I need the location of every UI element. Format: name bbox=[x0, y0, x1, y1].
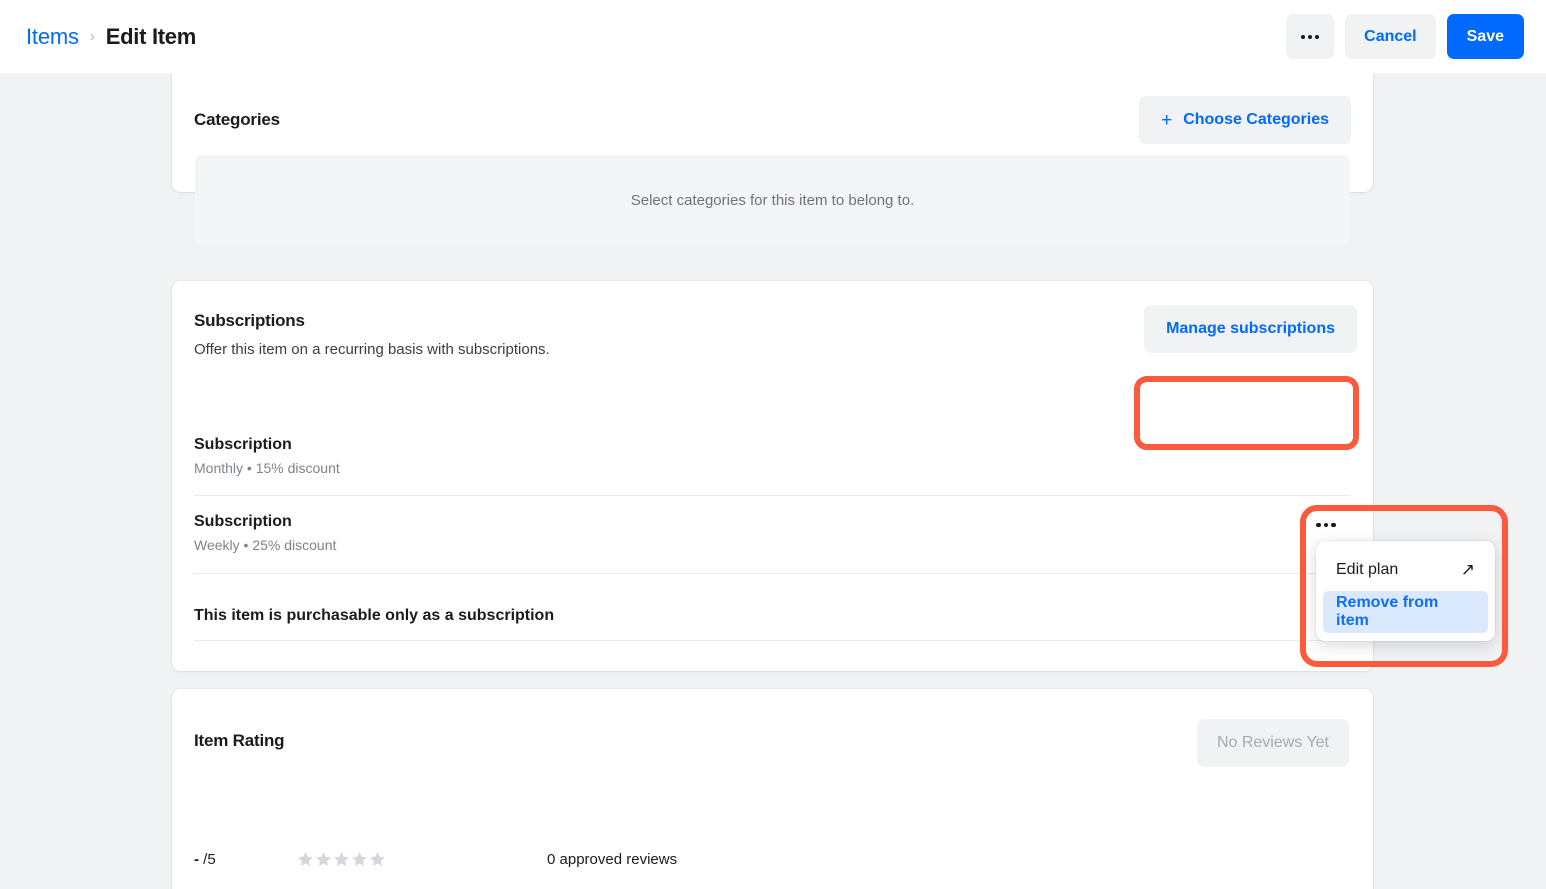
purchasable-only-row: This item is purchasable only as a subsc… bbox=[194, 601, 1351, 631]
star-icon bbox=[298, 852, 313, 867]
rating-score-denominator: /5 bbox=[203, 851, 216, 868]
star-icon bbox=[370, 852, 385, 867]
subscription-plan-meta: Monthly • 15% discount bbox=[194, 460, 340, 476]
rating-count-label: 0 approved reviews bbox=[547, 851, 678, 868]
row-divider bbox=[194, 573, 1351, 574]
subscription-plan-row[interactable]: Subscription Weekly • 25% discount bbox=[194, 513, 1351, 553]
item-rating-header: Item Rating bbox=[194, 731, 285, 751]
header-actions: Cancel Save bbox=[1286, 14, 1524, 59]
row-divider bbox=[194, 495, 1351, 496]
categories-title: Categories bbox=[194, 110, 280, 129]
remove-from-item-label: Remove from item bbox=[1336, 594, 1439, 629]
menu-item-edit-plan[interactable]: Edit plan ↗ bbox=[1323, 549, 1488, 591]
page-header: Items › Edit Item Cancel Save bbox=[0, 0, 1546, 73]
item-rating-card: Item Rating No Reviews Yet - /5 0 approv… bbox=[172, 689, 1373, 889]
external-link-icon: ↗ bbox=[1460, 560, 1475, 579]
subscriptions-card: Subscriptions Offer this item on a recur… bbox=[172, 281, 1373, 671]
subscription-plan-meta: Weekly • 25% discount bbox=[194, 537, 337, 553]
star-rating-display bbox=[297, 851, 547, 868]
categories-empty-state: Select categories for this item to belon… bbox=[195, 155, 1350, 245]
star-icon bbox=[352, 852, 367, 867]
save-button[interactable]: Save bbox=[1446, 14, 1524, 59]
star-icon bbox=[316, 852, 331, 867]
plan-row-more-button[interactable] bbox=[1316, 516, 1342, 534]
choose-categories-button[interactable]: + Choose Categories bbox=[1139, 96, 1351, 144]
row-divider bbox=[194, 640, 1351, 641]
plan-context-menu: Edit plan ↗ Remove from item bbox=[1316, 541, 1495, 641]
edit-plan-label: Edit plan bbox=[1336, 561, 1399, 578]
categories-empty-text: Select categories for this item to belon… bbox=[630, 191, 915, 209]
breadcrumb: Items › Edit Item bbox=[26, 24, 196, 50]
subscription-plan-row[interactable]: Subscription Monthly • 15% discount bbox=[194, 436, 1351, 476]
rating-row: - /5 0 approved reviews bbox=[194, 851, 677, 868]
ellipsis-icon bbox=[1301, 34, 1320, 39]
plus-icon: + bbox=[1161, 109, 1173, 131]
breadcrumb-items-link[interactable]: Items bbox=[26, 24, 79, 50]
categories-header: Categories + Choose Categories bbox=[194, 96, 1351, 144]
page-title: Edit Item bbox=[105, 23, 197, 49]
no-reviews-yet-button: No Reviews Yet bbox=[1196, 719, 1349, 767]
breadcrumb-separator-icon: › bbox=[89, 28, 95, 45]
star-icon bbox=[334, 852, 349, 867]
rating-score: - /5 bbox=[194, 851, 297, 868]
more-actions-button[interactable] bbox=[1286, 14, 1335, 59]
cancel-button[interactable]: Cancel bbox=[1345, 14, 1436, 59]
item-rating-title: Item Rating bbox=[194, 731, 285, 750]
choose-categories-label: Choose Categories bbox=[1183, 111, 1329, 128]
purchasable-only-label: This item is purchasable only as a subsc… bbox=[194, 607, 555, 624]
page-body: Categories + Choose Categories Select ca… bbox=[0, 0, 1546, 889]
subscription-plan-name: Subscription bbox=[194, 513, 292, 530]
app-root: Items › Edit Item Cancel Save Categories… bbox=[0, 0, 1546, 889]
subscription-plan-name: Subscription bbox=[194, 436, 292, 453]
rating-score-value: - bbox=[194, 851, 199, 868]
menu-item-remove-from-item[interactable]: Remove from item bbox=[1323, 591, 1488, 633]
manage-subscriptions-button[interactable]: Manage subscriptions bbox=[1144, 305, 1357, 353]
